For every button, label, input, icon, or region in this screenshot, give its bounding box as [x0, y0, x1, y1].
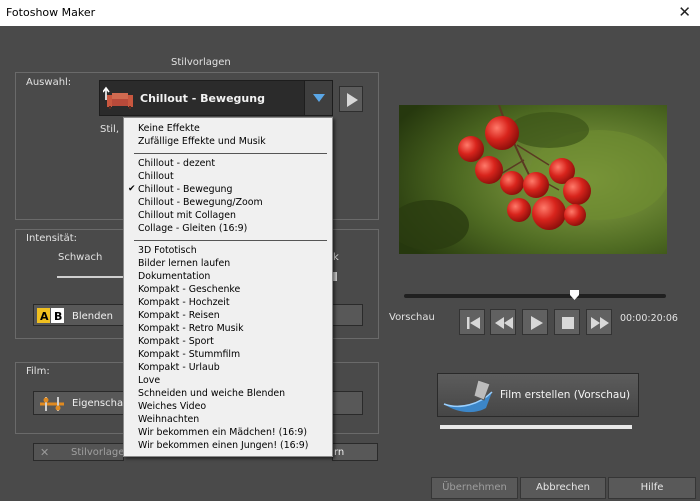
- preview-label: Vorschau: [389, 312, 435, 323]
- style-save-label: rn: [334, 447, 345, 458]
- menu-item[interactable]: Wir bekommen einen Jungen! (16:9): [138, 439, 308, 452]
- style-preview-button[interactable]: [339, 86, 363, 112]
- selected-style-value: Chillout - Bewegung: [140, 92, 265, 105]
- fast-forward-button[interactable]: [586, 309, 612, 335]
- menu-item[interactable]: Kompakt - Sport: [138, 335, 214, 348]
- blend-button[interactable]: A B Blenden: [33, 304, 124, 326]
- styles-heading: Stilvorlagen: [171, 57, 231, 68]
- create-progress-bar: [440, 425, 632, 429]
- sofa-icon: [103, 86, 133, 109]
- rewind-icon: [495, 317, 513, 329]
- menu-item[interactable]: Chillout mit Collagen: [138, 209, 236, 222]
- ab-icon: A B: [37, 308, 64, 323]
- menu-item[interactable]: Kompakt - Geschenke: [138, 283, 240, 296]
- film-properties-button[interactable]: Eigenschaft: [33, 391, 130, 415]
- style-dropdown[interactable]: Chillout - Bewegung: [99, 80, 333, 116]
- cancel-button[interactable]: Abbrechen: [520, 477, 606, 499]
- apply-button[interactable]: Übernehmen: [431, 477, 518, 499]
- stop-button[interactable]: [554, 309, 580, 335]
- blend-options-button[interactable]: [332, 304, 363, 326]
- film-properties-label: Eigenschaft: [72, 398, 131, 409]
- close-icon: ✕: [40, 446, 50, 459]
- fast-forward-icon: [591, 317, 609, 329]
- style-delete-label: Stilvorlage: [71, 447, 125, 458]
- menu-item[interactable]: Weihnachten: [138, 413, 199, 426]
- menu-item[interactable]: Kompakt - Stummfilm: [138, 348, 240, 361]
- film-label: Film:: [26, 366, 50, 377]
- menu-item[interactable]: Love: [138, 374, 160, 387]
- menu-separator: [134, 240, 327, 241]
- menu-item[interactable]: Kompakt - Reisen: [138, 309, 220, 322]
- help-button[interactable]: Hilfe: [608, 477, 696, 499]
- stop-icon: [562, 317, 574, 329]
- timeline-knob[interactable]: [569, 290, 579, 300]
- preview-time: 00:00:20:06: [620, 313, 678, 324]
- menu-item[interactable]: Schneiden und weiche Blenden: [138, 387, 285, 400]
- tools-icon: [40, 397, 64, 411]
- title-bar: Fotoshow Maker ✕: [0, 0, 700, 26]
- intensity-label: Intensität:: [26, 233, 78, 244]
- dropdown-arrow[interactable]: [304, 81, 332, 115]
- menu-item[interactable]: Kompakt - Hochzeit: [138, 296, 230, 309]
- selection-label: Auswahl:: [26, 77, 72, 88]
- rewind-button[interactable]: [490, 309, 516, 335]
- menu-item[interactable]: Kompakt - Urlaub: [138, 361, 220, 374]
- check-icon: ✔: [128, 184, 136, 194]
- style-delete-button[interactable]: ✕ Stilvorlage: [33, 443, 124, 461]
- intensity-slider-tick: [333, 272, 337, 281]
- svg-text:B: B: [54, 310, 62, 323]
- create-film-button[interactable]: Film erstellen (Vorschau): [437, 373, 639, 417]
- intensity-weak-label: Schwach: [58, 252, 103, 263]
- window-title: Fotoshow Maker: [6, 6, 96, 19]
- menu-item[interactable]: Dokumentation: [138, 270, 210, 283]
- preview-timeline[interactable]: [404, 294, 666, 298]
- menu-item[interactable]: Collage - Gleiten (16:9): [138, 222, 247, 235]
- preview-image: [399, 105, 667, 254]
- style-dropdown-menu: Keine Effekte Zufällige Effekte und Musi…: [123, 117, 333, 457]
- close-icon[interactable]: ✕: [678, 3, 691, 21]
- film-arrow-icon: [443, 379, 493, 413]
- menu-item[interactable]: Chillout: [138, 170, 174, 183]
- menu-item[interactable]: Chillout - Bewegung/Zoom: [138, 196, 263, 209]
- style-save-button[interactable]: rn: [332, 443, 378, 461]
- play-icon: [347, 93, 358, 107]
- menu-item[interactable]: Bilder lernen laufen: [138, 257, 230, 270]
- intensity-slider-track[interactable]: [57, 276, 127, 278]
- skip-back-icon: [467, 317, 480, 329]
- menu-item[interactable]: Zufällige Effekte und Musik: [138, 135, 266, 148]
- svg-text:A: A: [40, 310, 49, 323]
- menu-item[interactable]: Keine Effekte: [138, 122, 200, 135]
- menu-item[interactable]: Kompakt - Retro Musik: [138, 322, 244, 335]
- blend-button-label: Blenden: [72, 311, 113, 322]
- film-extra-button[interactable]: [332, 391, 363, 415]
- intensity-strong-label: k: [333, 252, 339, 263]
- menu-item-selected[interactable]: Chillout - Bewegung: [138, 183, 232, 196]
- menu-item[interactable]: 3D Fototisch: [138, 244, 197, 257]
- menu-item[interactable]: Weiches Video: [138, 400, 206, 413]
- menu-separator: [134, 153, 327, 154]
- play-icon: [531, 316, 543, 330]
- create-film-label: Film erstellen (Vorschau): [500, 389, 631, 401]
- style-description: Stil, i: [100, 124, 125, 135]
- play-button[interactable]: [522, 309, 548, 335]
- chevron-down-icon: [313, 94, 325, 102]
- menu-item[interactable]: Chillout - dezent: [138, 157, 215, 170]
- menu-item[interactable]: Wir bekommen ein Mädchen! (16:9): [138, 426, 307, 439]
- go-start-button[interactable]: [459, 309, 485, 335]
